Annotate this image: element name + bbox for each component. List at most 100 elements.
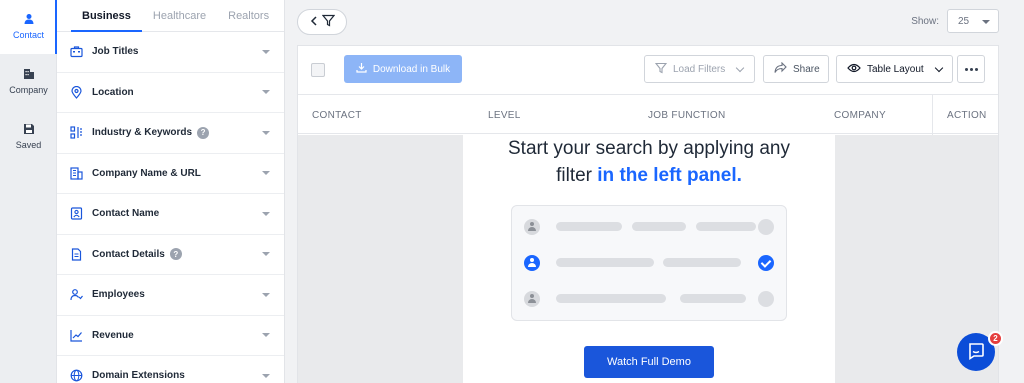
filter-industry-keywords[interactable]: Industry & Keywords ?: [57, 113, 284, 154]
chevron-down-icon: [262, 292, 270, 297]
headline-line2-prefix: filter: [556, 165, 598, 186]
page-size-select[interactable]: 25: [947, 9, 999, 33]
headline-highlight: in the left panel.: [597, 165, 742, 186]
placeholder-bar: [556, 222, 622, 231]
rail-item-label: Contact: [12, 30, 45, 40]
chevron-left-icon: [310, 15, 318, 29]
help-icon[interactable]: ?: [197, 126, 210, 139]
left-rail: Contact Company Saved: [0, 0, 57, 383]
filter-label: Domain Extensions: [92, 370, 185, 382]
column-header-contact[interactable]: CONTACT: [312, 95, 362, 135]
avatar-icon: [524, 291, 540, 307]
chart-up-icon: [69, 328, 83, 342]
rail-item-company[interactable]: Company: [0, 55, 57, 109]
results-toolbar: Download in Bulk Load Filters Share Tabl…: [298, 46, 998, 94]
placeholder-circle: [758, 291, 774, 307]
filter-label: Location: [92, 86, 134, 98]
load-filters-button[interactable]: Load Filters: [644, 55, 755, 83]
rail-item-contact[interactable]: Contact: [0, 0, 57, 54]
filter-label: Job Titles: [92, 46, 139, 58]
share-button[interactable]: Share: [763, 55, 829, 83]
placeholder-bar: [556, 258, 654, 267]
globe-icon: [69, 369, 83, 383]
filter-contact-details[interactable]: Contact Details ?: [57, 235, 284, 275]
filter-revenue[interactable]: Revenue: [57, 316, 284, 356]
help-icon[interactable]: ?: [169, 248, 182, 261]
dot: [974, 67, 978, 71]
filter-panel: Business Healthcare Realtors Job Titles …: [57, 0, 285, 383]
page-size-control: Show: 25: [911, 9, 999, 33]
watch-demo-button[interactable]: Watch Full Demo: [584, 346, 714, 378]
filter-label: Contact Details: [92, 248, 165, 260]
empty-state: Start your search by applying any filter…: [463, 135, 835, 383]
filter-label: Company Name & URL: [92, 167, 201, 179]
placeholder-bar: [680, 294, 746, 303]
rail-item-label: Saved: [15, 140, 42, 150]
filter-label: Employees: [92, 289, 145, 301]
column-header-job-function[interactable]: JOB FUNCTION: [648, 95, 726, 135]
headline-line2: filter in the left panel.: [463, 162, 835, 189]
contact-card-icon: [69, 207, 83, 221]
dot: [969, 67, 973, 71]
filter-label: Contact Name: [92, 208, 160, 220]
share-label: Share: [793, 63, 820, 75]
table-layout-label: Table Layout: [867, 63, 924, 75]
check-icon: [758, 255, 774, 271]
filter-label: Industry & Keywords: [92, 127, 193, 139]
person-icon: [22, 12, 36, 26]
table-layout-button[interactable]: Table Layout: [836, 55, 953, 83]
table-header: CONTACT LEVEL JOB FUNCTION COMPANY ACTIO…: [298, 94, 998, 135]
filter-employees[interactable]: Employees: [57, 275, 284, 316]
dot: [964, 67, 968, 71]
download-bulk-button[interactable]: Download in Bulk: [344, 55, 462, 83]
column-header-action: ACTION: [947, 109, 987, 121]
filter-location[interactable]: Location: [57, 73, 284, 113]
building-icon: [22, 67, 36, 81]
select-all-checkbox[interactable]: [311, 63, 325, 77]
empty-state-illustration: [511, 205, 787, 321]
tab-healthcare[interactable]: Healthcare: [142, 10, 217, 31]
more-options-button[interactable]: [957, 55, 985, 83]
chat-unread-badge: 2: [988, 331, 1003, 346]
chevron-down-icon: [262, 130, 270, 135]
employees-icon: [69, 288, 83, 302]
chevron-down-icon: [262, 171, 270, 176]
filter-icon: [321, 14, 335, 30]
chevron-down-icon: [262, 49, 270, 54]
filter-contact-name[interactable]: Contact Name: [57, 194, 284, 235]
load-filters-label: Load Filters: [673, 63, 726, 75]
column-divider: [932, 95, 933, 135]
download-bulk-label: Download in Bulk: [372, 63, 451, 75]
results-card: Download in Bulk Load Filters Share Tabl…: [297, 45, 999, 383]
placeholder-bar: [556, 294, 666, 303]
share-icon: [774, 61, 787, 77]
show-label: Show:: [911, 15, 939, 27]
building-icon: [69, 166, 83, 180]
placeholder-bar: [696, 222, 756, 231]
industry-icon: [69, 126, 83, 140]
filter-job-titles[interactable]: Job Titles: [57, 32, 284, 73]
top-bar: Show: 25: [297, 9, 999, 35]
avatar-icon: [524, 219, 540, 235]
tab-business[interactable]: Business: [71, 10, 142, 32]
column-header-company[interactable]: COMPANY: [834, 95, 886, 135]
tab-realtors[interactable]: Realtors: [217, 10, 280, 31]
rail-item-saved[interactable]: Saved: [0, 110, 57, 164]
map-pin-icon: [69, 85, 83, 99]
chevron-down-icon: [262, 90, 270, 95]
results-body: Start your search by applying any filter…: [298, 135, 998, 383]
filter-domain-extensions[interactable]: Domain Extensions: [57, 356, 284, 383]
filter-company-name-url[interactable]: Company Name & URL: [57, 154, 284, 194]
filter-tabs: Business Healthcare Realtors: [57, 0, 284, 32]
placeholder-bar: [663, 258, 741, 267]
column-header-level[interactable]: LEVEL: [488, 95, 521, 135]
illustration-row: [524, 289, 774, 309]
save-icon: [22, 122, 36, 136]
toggle-filter-panel-button[interactable]: [297, 9, 347, 35]
download-icon: [356, 62, 367, 76]
briefcase-icon: [69, 45, 83, 59]
filter-icon: [654, 62, 668, 77]
avatar-icon: [524, 255, 540, 271]
empty-state-headline: Start your search by applying any filter…: [463, 135, 835, 189]
placeholder-bar: [632, 222, 686, 231]
